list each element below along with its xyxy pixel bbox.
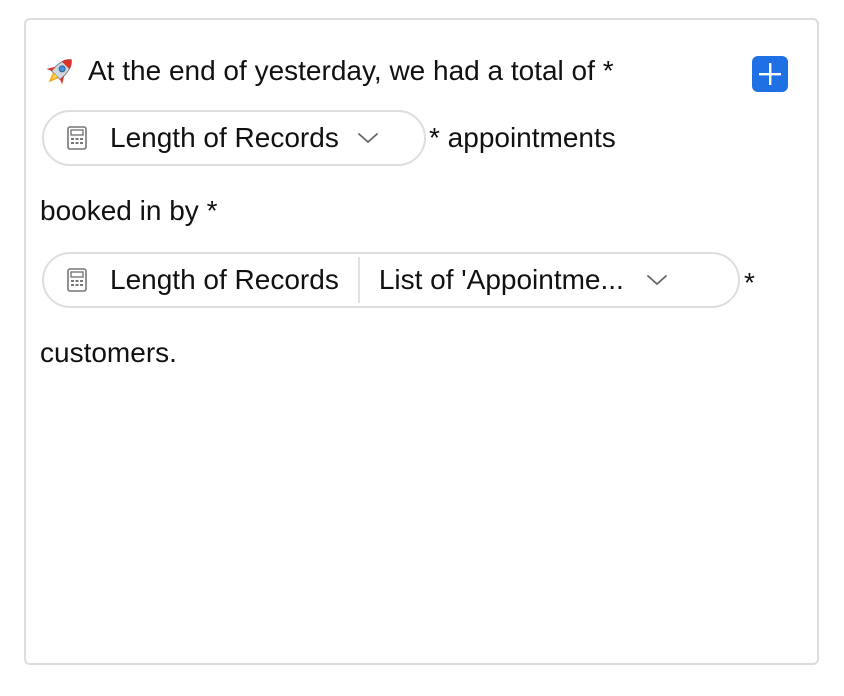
pill-label: Length of Records [110, 122, 339, 153]
length-of-records-pill[interactable]: Length of Records [42, 110, 426, 166]
chevron-down-icon[interactable] [646, 273, 668, 287]
pill-label: Length of Records [110, 264, 339, 295]
customers-text: customers. [40, 337, 177, 368]
appointments-text: * appointments [429, 122, 616, 153]
rocket-icon [40, 54, 80, 88]
sentence-line-1-text: At the end of yesterday, we had a total … [88, 55, 614, 86]
calculator-icon [66, 268, 88, 292]
calculator-icon [66, 126, 88, 150]
sentence-line-1: At the end of yesterday, we had a total … [40, 54, 614, 88]
booked-in-by-text: booked in by * [40, 195, 218, 226]
pill-secondary-label[interactable]: List of 'Appointme... [379, 264, 624, 296]
plus-icon [759, 63, 781, 85]
required-asterisk: * [744, 267, 755, 298]
length-of-records-list-pill[interactable]: Length of Records List of 'Appointme... [42, 252, 740, 308]
pill-divider [357, 257, 360, 303]
add-button[interactable] [752, 56, 788, 92]
text-block-card: At the end of yesterday, we had a total … [24, 18, 819, 665]
chevron-down-icon[interactable] [357, 131, 379, 145]
